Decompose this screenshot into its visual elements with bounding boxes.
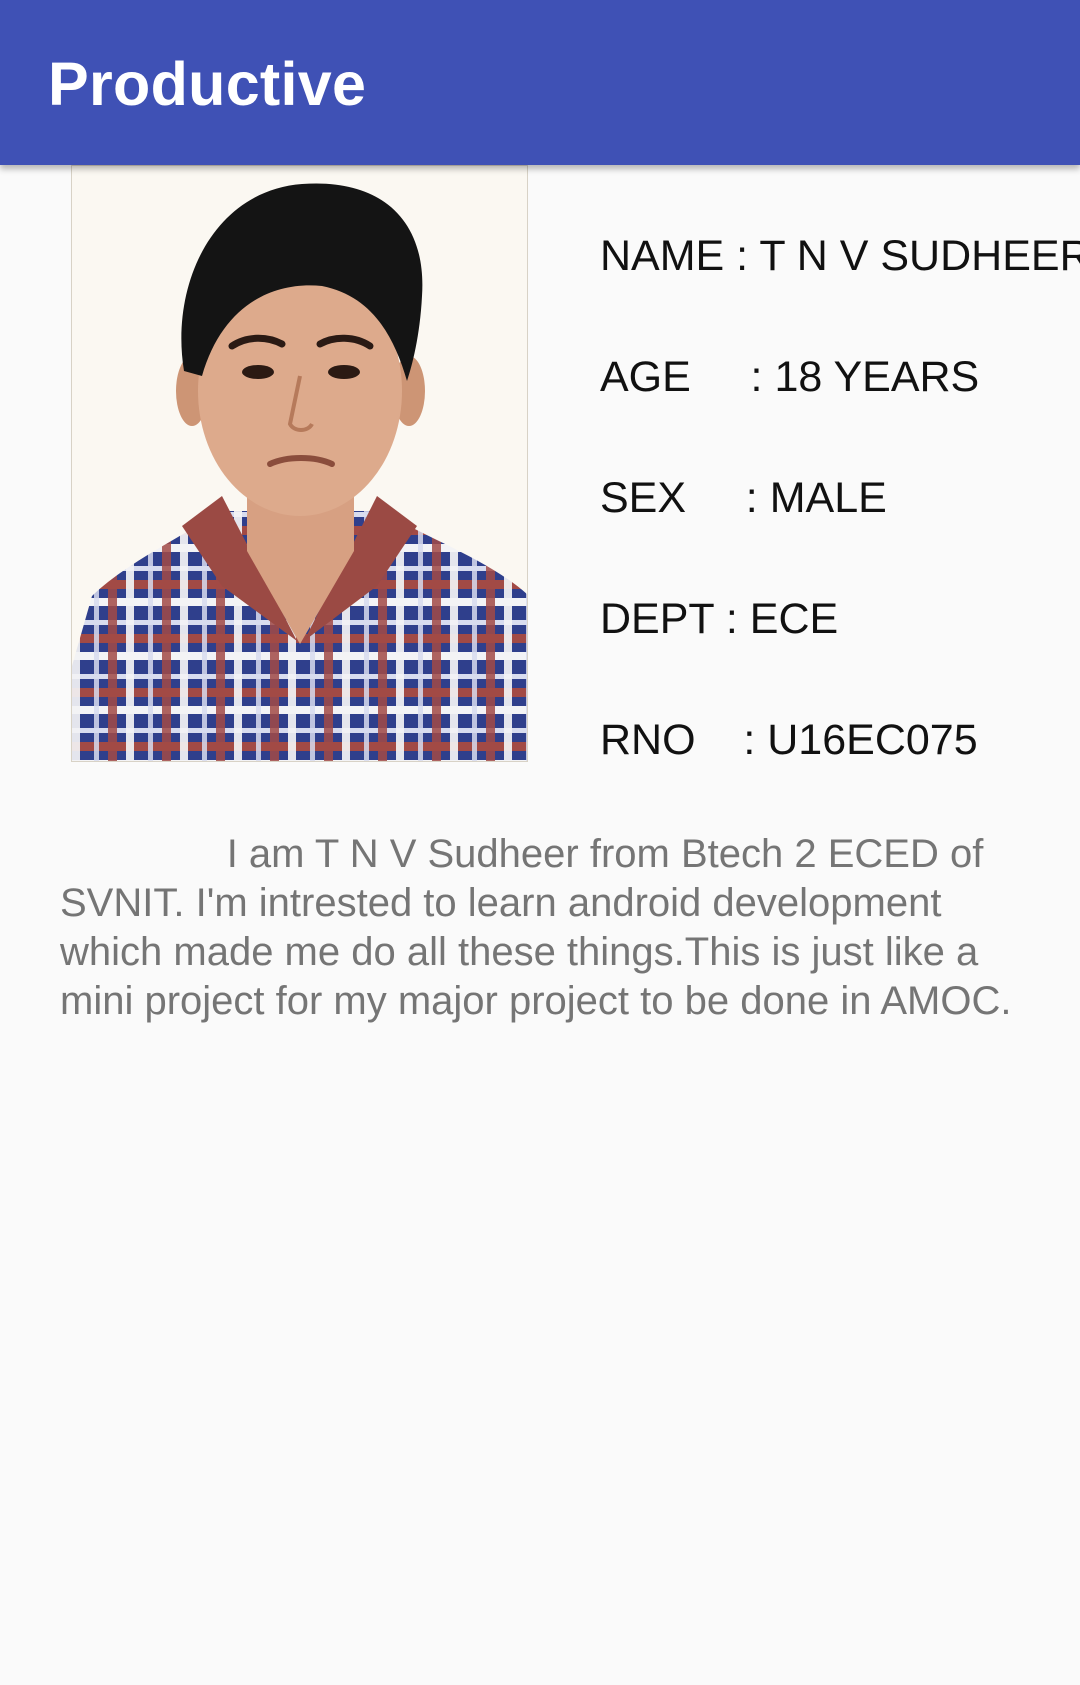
about-text: I am T N V Sudheer from Btech 2 ECED of … [60,832,1012,1023]
profile-sex: SEX : MALE [600,472,887,524]
profile-name-value: T N V SUDHEER [759,232,1080,280]
profile-photo [71,165,528,762]
app-bar: Productive [0,0,1080,165]
profile-rno-label: RNO : [600,716,756,764]
profile-rno-value: U16EC075 [767,716,978,764]
profile-dept: DEPT : ECE [600,593,838,645]
profile-dept-value: ECE [749,595,839,643]
profile-age-value: 18 YEARS [774,353,980,401]
app-title: Productive [48,50,367,118]
profile-age-label: AGE : [600,353,763,401]
person-photo-icon [72,166,527,761]
profile-name-label: NAME : [600,232,749,280]
profile-dept-label: DEPT : [600,595,738,643]
profile-age: AGE : 18 YEARS [600,351,979,403]
profile-sex-value: MALE [769,474,887,522]
profile-rno: RNO : U16EC075 [600,714,978,766]
profile-name: NAME : T N V SUDHEER [600,230,1080,282]
profile-sex-label: SEX : [600,474,758,522]
